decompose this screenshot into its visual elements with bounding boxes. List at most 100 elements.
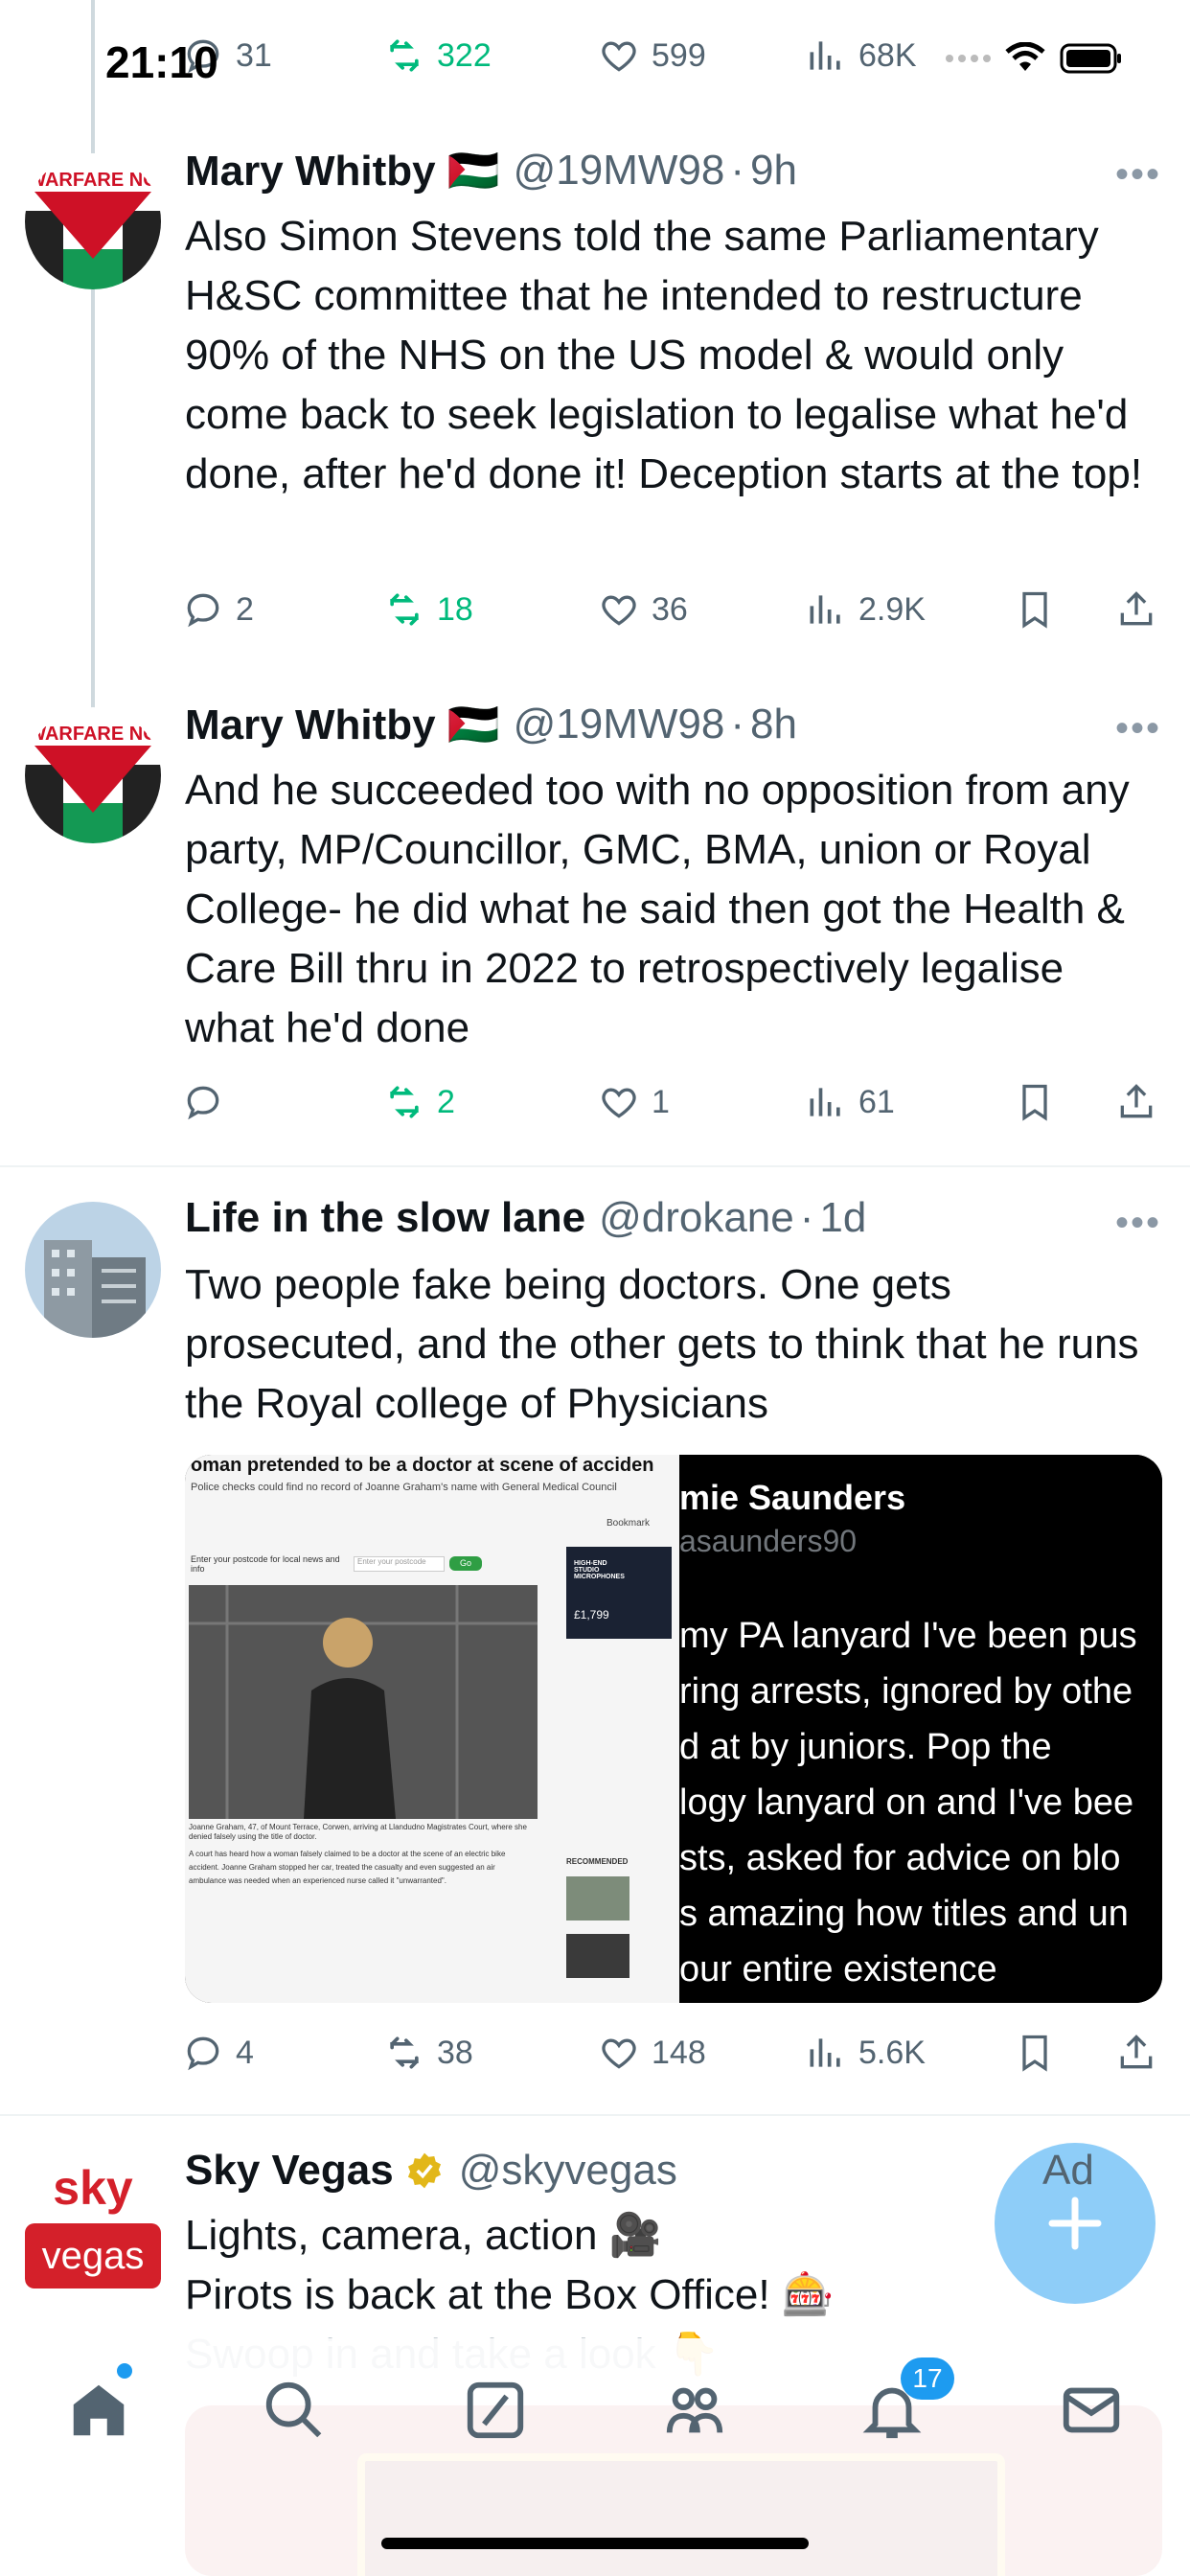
share-button[interactable] (1115, 581, 1157, 638)
divider (0, 1165, 1190, 1167)
news-article-screenshot: oman pretended to be a doctor at scene o… (185, 1455, 679, 2003)
author-name[interactable]: Life in the slow lane (185, 1194, 585, 1242)
heart-icon (602, 595, 636, 626)
more-options-icon[interactable]: ••• (1115, 707, 1161, 750)
reply-button[interactable] (182, 1073, 236, 1131)
thread-line (91, 288, 95, 709)
screenshot-line: my PA lanyard I've been pus (679, 1616, 1137, 1656)
postcode-go: Go (449, 1556, 482, 1571)
bookmark-icon (1022, 2035, 1047, 2072)
mail-icon (1063, 2387, 1120, 2433)
avatar[interactable]: sky vegas (25, 2156, 161, 2292)
share-button[interactable] (1115, 1073, 1157, 1131)
tab-messages[interactable] (1058, 2377, 1125, 2444)
grok-icon (467, 2381, 524, 2439)
tweet-text: And he succeeded too with no opposition … (185, 767, 1141, 1051)
bookmark-button[interactable] (1014, 2024, 1056, 2082)
tweet-time[interactable]: 8h (750, 701, 797, 748)
reply-icon (187, 593, 219, 628)
repost-button[interactable]: 18 (383, 581, 473, 638)
photo-caption: Joanne Graham, 47, of Mount Terrace, Cor… (189, 1823, 527, 1841)
more-options-icon[interactable]: ••• (1115, 1202, 1161, 1245)
tweet-media[interactable]: oman pretended to be a doctor at scene o… (185, 1455, 1162, 2003)
author-handle[interactable]: @drokane (599, 1194, 794, 1242)
heart-icon (602, 2038, 636, 2069)
tab-communities[interactable] (661, 2377, 728, 2444)
tweet-time[interactable]: 9h (750, 147, 797, 195)
screenshot-line: ring arrests, ignored by othe (679, 1671, 1133, 1712)
avatar[interactable]: WARFARE NO (25, 153, 161, 289)
bookmark-button[interactable] (1014, 1073, 1056, 1131)
postcode-label: Enter your postcode for local news and i… (191, 1554, 340, 1574)
tweet-screenshot: mie Saunders asaunders90 my PA lanyard I… (679, 1455, 1162, 2003)
divider (0, 2114, 1190, 2116)
battery-icon (1060, 43, 1121, 74)
status-time: 21:10 (105, 37, 218, 87)
recommended-thumb (566, 1876, 629, 1920)
like-button[interactable]: 1 (598, 1073, 670, 1131)
like-button[interactable]: 36 (598, 581, 688, 638)
screenshot-line: sts, asked for advice on blo (679, 1838, 1121, 1878)
repost-icon (390, 2036, 419, 2069)
home-icon (73, 2384, 125, 2436)
bookmark-icon (1022, 591, 1047, 629)
reply-button[interactable]: 2 (182, 581, 254, 638)
promoted-label: Ad (1042, 2147, 1094, 2194)
author-handle[interactable]: @skyvegas (459, 2147, 677, 2195)
wifi-icon (1005, 42, 1045, 71)
tweet-actions: 4 38 148 5.6K (182, 2024, 1169, 2082)
avatar-flag-image: WARFARE NO (25, 707, 161, 843)
article-bookmark: Bookmark (606, 1518, 651, 1529)
recommended-thumb (566, 1934, 629, 1978)
author-name[interactable]: Mary Whitby 🇵🇸 (185, 146, 500, 196)
tab-home[interactable] (65, 2377, 132, 2444)
author-name[interactable]: Mary Whitby 🇵🇸 (185, 700, 500, 749)
notification-count-badge: 17 (901, 2358, 954, 2400)
repost-button[interactable]: 2 (383, 1073, 455, 1131)
screenshot-handle: asaunders90 (679, 1524, 858, 1558)
repost-button[interactable]: 38 (383, 2024, 473, 2082)
author-handle[interactable]: @19MW98 (514, 701, 725, 748)
avatar[interactable]: WARFARE NO (25, 707, 161, 843)
heart-icon (602, 1088, 636, 1118)
home-indicator (381, 2538, 809, 2549)
views-icon (810, 1088, 840, 1116)
recommended-label: RECOMMENDED (566, 1857, 629, 1866)
postcode-input: Enter your postcode (354, 1556, 445, 1572)
repost-icon (390, 593, 419, 626)
tab-search[interactable] (261, 2377, 328, 2444)
views-button[interactable]: 61 (805, 1073, 895, 1131)
svg-text:WARFARE NO: WARFARE NO (28, 724, 158, 745)
share-button[interactable] (1115, 2024, 1157, 2082)
avatar[interactable] (25, 1202, 161, 1338)
avatar-flag-image: WARFARE NO (25, 153, 161, 289)
screenshot-author: mie Saunders (679, 1478, 906, 1517)
share-icon (1120, 1084, 1153, 1118)
author-handle[interactable]: @19MW98 (514, 147, 725, 195)
home-new-dot (117, 2363, 132, 2379)
sidebar-ad: HIGH-END STUDIO MICROPHONES £1,799 (566, 1547, 672, 1639)
views-button[interactable]: 2.9K (805, 581, 926, 638)
views-button[interactable]: 5.6K (805, 2024, 926, 2082)
search-icon (265, 2381, 322, 2438)
tweet-header: Mary Whitby 🇵🇸 @19MW98 · 8h (185, 700, 797, 749)
author-name[interactable]: Sky Vegas (185, 2147, 394, 2195)
repost-icon (390, 1086, 419, 1118)
tweet-actions: 2 18 36 2.9K (182, 581, 1169, 638)
screenshot-line: s amazing how titles and un (679, 1894, 1129, 1934)
tweet-time[interactable]: 1d (819, 1194, 866, 1242)
sidebar-ad-title: HIGH-END STUDIO MICROPHONES (574, 1560, 625, 1580)
like-button[interactable]: 148 (598, 2024, 706, 2082)
article-body: A court has heard how a woman falsely cl… (189, 1850, 506, 1885)
tweet-header: Life in the slow lane @drokane · 1d (185, 1194, 866, 1242)
reply-button[interactable]: 4 (182, 2024, 254, 2082)
tweet-header: Mary Whitby 🇵🇸 @19MW98 · 9h (185, 146, 797, 196)
article-headline: oman pretended to be a doctor at scene o… (191, 1455, 654, 1476)
more-options-icon[interactable]: ••• (1115, 153, 1161, 196)
views-icon (810, 595, 840, 624)
tweet-actions: 2 1 61 (182, 1073, 1169, 1131)
separator-dot: · (730, 701, 744, 748)
tab-grok[interactable] (462, 2377, 529, 2444)
sidebar-ad-price: £1,799 (574, 1608, 609, 1622)
bookmark-button[interactable] (1014, 581, 1056, 638)
